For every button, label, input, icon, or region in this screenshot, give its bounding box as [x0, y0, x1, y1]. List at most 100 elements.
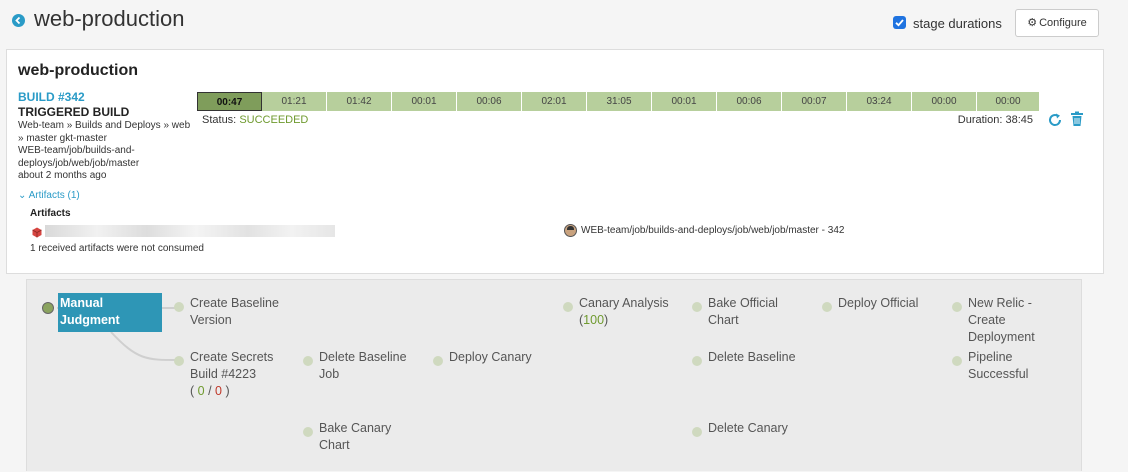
execution-title: web-production	[18, 62, 138, 79]
stage-manual-judgment[interactable]: Manual Judgment	[58, 293, 162, 332]
stage-label-line: Canary Analysis	[579, 296, 669, 310]
trash-icon[interactable]	[1070, 111, 1084, 132]
stage-duration-segment[interactable]: 00:47	[197, 92, 262, 111]
duration: Duration: 38:45	[957, 114, 1033, 126]
artifacts-note: 1 received artifacts were not consumed	[30, 243, 204, 254]
stage-duration-segment[interactable]: 00:01	[652, 92, 717, 111]
stage-duration-segment[interactable]: 03:24	[847, 92, 912, 111]
stage-bake-canary-chart[interactable]: Bake Canary Chart	[319, 420, 391, 454]
stage-label-line: Bake Canary	[319, 421, 392, 435]
score-value: 100	[583, 313, 605, 327]
stage-new-relic[interactable]: New Relic - Create Deployment	[968, 295, 1035, 346]
stage-label-line: New Relic -	[968, 296, 1032, 310]
artifacts-toggle[interactable]: ⌄ Artifacts (1)	[18, 190, 80, 201]
stage-durations-checkbox[interactable]	[893, 16, 906, 29]
stage-duration-segment[interactable]: 01:21	[262, 92, 327, 111]
status-value: SUCCEEDED	[239, 114, 309, 126]
stage-deploy-canary[interactable]: Deploy Canary	[449, 349, 532, 366]
stage-label-line: Chart	[319, 438, 350, 452]
configure-button[interactable]: ⚙ Configure	[1015, 9, 1099, 37]
artifact-icon	[32, 225, 42, 243]
stage-dot-bake-canary-chart[interactable]	[303, 427, 313, 437]
counts-failed: 0	[215, 384, 222, 398]
stage-label-line: Successful	[968, 367, 1029, 381]
build-info-line: WEB-team/job/builds-and-	[18, 145, 135, 156]
stage-dot-create-secrets[interactable]	[174, 356, 184, 366]
counts-close: )	[221, 384, 230, 398]
stage-duration-segment[interactable]: 31:05	[587, 92, 652, 111]
build-number-link[interactable]: BUILD #342	[18, 90, 85, 104]
stage-dot-delete-canary[interactable]	[692, 427, 702, 437]
stage-delete-baseline[interactable]: Delete Baseline	[708, 349, 796, 366]
stage-canary-analysis[interactable]: Canary Analysis (100)	[579, 295, 669, 329]
rerun-icon[interactable]	[1047, 112, 1063, 133]
stage-duration-segment[interactable]: 02:01	[522, 92, 587, 111]
stage-dot-delete-baseline-job[interactable]	[303, 356, 313, 366]
stage-label-line: Deployment	[968, 330, 1035, 344]
build-info-line: deploys/job/web/job/master	[18, 157, 140, 169]
artifacts-heading: Artifacts	[30, 208, 71, 219]
stage-durations-label[interactable]: stage durations	[913, 16, 1002, 31]
stage-label-line: Delete Baseline	[319, 350, 407, 364]
jenkins-icon	[564, 224, 577, 237]
stage-create-secrets[interactable]: Create Secrets Build #4223 ( 0 / 0 )	[190, 349, 273, 400]
stage-label-line: Delete Canary	[708, 421, 788, 435]
stage-dot-delete-baseline[interactable]	[692, 356, 702, 366]
stage-label-line: Deploy Canary	[449, 350, 532, 364]
stage-label-line: Create Baseline	[190, 296, 279, 310]
stage-dot-deploy-official[interactable]	[822, 302, 832, 312]
stage-duration-segment[interactable]: 00:00	[912, 92, 977, 111]
page-title: web-production	[34, 6, 185, 31]
stage-dot-bake-official-chart[interactable]	[692, 302, 702, 312]
build-info-line[interactable]: Web-team » Builds and Deploys » web	[18, 120, 198, 133]
build-time: about 2 months ago	[18, 170, 107, 181]
stage-label-line: Judgment	[60, 313, 120, 327]
stage-counts: ( 0 / 0 )	[190, 383, 273, 400]
stage-duration-segment[interactable]: 00:00	[977, 92, 1040, 111]
stage-label-line: Create Secrets	[190, 350, 274, 364]
stage-dot-canary-analysis[interactable]	[563, 302, 573, 312]
pipeline-graph	[26, 279, 1082, 471]
stage-dot-new-relic[interactable]	[952, 302, 962, 312]
stage-duration-bar: 00:47 01:21 01:42 00:01 00:06 02:01 31:05 00:01…	[197, 92, 1040, 111]
stage-label-line: Bake Official	[708, 296, 778, 310]
stage-pipeline-successful[interactable]: Pipeline Successful	[968, 349, 1028, 383]
stage-label-line: Pipeline	[968, 350, 1013, 364]
stage-duration-segment[interactable]: 00:06	[457, 92, 522, 111]
gear-icon: ⚙	[1027, 17, 1038, 29]
stage-dot-create-baseline-version[interactable]	[174, 302, 184, 312]
back-arrow-icon[interactable]	[12, 14, 25, 27]
counts-open: (	[190, 384, 198, 398]
stage-dot-manual-judgment[interactable]	[42, 302, 54, 314]
artifacts-toggle-label: Artifacts (1)	[28, 190, 80, 201]
stage-bake-official-chart[interactable]: Bake Official Chart	[708, 295, 778, 329]
status-line: Status: SUCCEEDED	[202, 114, 308, 126]
stage-duration-segment[interactable]: 00:07	[782, 92, 847, 111]
top-bar: web-production stage durations ⚙ Configur…	[0, 0, 1128, 46]
stage-create-baseline-version[interactable]: Create Baseline Version	[190, 295, 279, 329]
stage-label-line: Deploy Official	[838, 296, 919, 310]
stage-label-line: Chart	[708, 313, 739, 327]
stage-label-line: Delete Baseline	[708, 350, 796, 364]
stage-label-line: Build #4223	[190, 367, 257, 381]
stage-duration-segment[interactable]: 00:06	[717, 92, 782, 111]
build-info-line[interactable]: » master gkt-master	[18, 133, 198, 146]
stage-duration-segment[interactable]: 00:01	[392, 92, 457, 111]
chevron-down-icon: ⌄	[18, 190, 27, 201]
counts-succeeded: 0	[197, 384, 205, 398]
stage-duration-segment[interactable]: 01:42	[327, 92, 392, 111]
status-label: Status:	[202, 114, 237, 126]
stage-dot-pipeline-successful[interactable]	[952, 356, 962, 366]
stage-delete-baseline-job[interactable]: Delete Baseline Job	[319, 349, 407, 383]
score-close: )	[604, 313, 609, 327]
stage-label-line: Manual	[60, 296, 104, 310]
jenkins-job-link[interactable]: WEB-team/job/builds-and-deploys/job/web/…	[581, 225, 844, 236]
stage-deploy-official[interactable]: Deploy Official	[838, 295, 918, 312]
artifact-name-redacted	[45, 225, 335, 237]
stage-dot-deploy-canary[interactable]	[433, 356, 443, 366]
configure-label: Configure	[1039, 17, 1087, 29]
stage-label-line: Create	[968, 313, 1006, 327]
stage-label-line: Version	[190, 313, 232, 327]
build-info: Web-team » Builds and Deploys » web » ma…	[18, 120, 198, 183]
stage-delete-canary[interactable]: Delete Canary	[708, 420, 788, 437]
